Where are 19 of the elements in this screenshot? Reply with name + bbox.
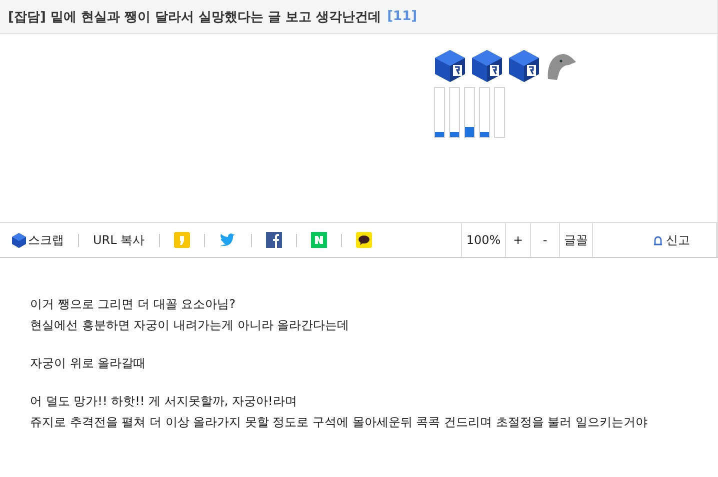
font-button[interactable]: 글꼴 [559, 223, 593, 257]
body-text: 이거 쨍으로 그리면 더 대꼴 요소아님? [30, 296, 236, 313]
empty-meter [494, 87, 505, 138]
scrap-button[interactable]: 스크랩 [12, 232, 64, 248]
copy-url-button[interactable]: URL 복사 [93, 232, 145, 248]
cube-icon[interactable] [434, 49, 466, 83]
cube-icon [12, 232, 26, 248]
speech-bubble-icon[interactable] [356, 232, 372, 248]
body-text: 쥬지로 추격전을 펼쳐 더 이상 올라가지 못할 정도로 구석에 몰아세운뒤 콕콕 건드리며 초절정을 불러 일으키는거야 [30, 414, 648, 431]
body-text: 어 덜도 망가!! 하핫!! 게 서지못할까, 자궁아!라며 [30, 393, 298, 410]
cube-icon[interactable] [508, 49, 540, 83]
body-text: 자궁이 위로 올라갈때 [30, 355, 147, 372]
bird-icon[interactable] [218, 232, 237, 248]
body-text: 현실에선 흥분하면 자궁이 내려가는게 아니라 올라간다는데 [30, 317, 350, 334]
post-title: [잡담] 밑에 현실과 쨍이 달라서 실망했다는 글 보고 생각난건데 [8, 8, 382, 26]
facebook-icon[interactable] [266, 232, 282, 248]
bell-icon [653, 234, 663, 246]
report-button[interactable]: 신고 [647, 230, 696, 250]
cube-icon[interactable] [471, 49, 503, 83]
